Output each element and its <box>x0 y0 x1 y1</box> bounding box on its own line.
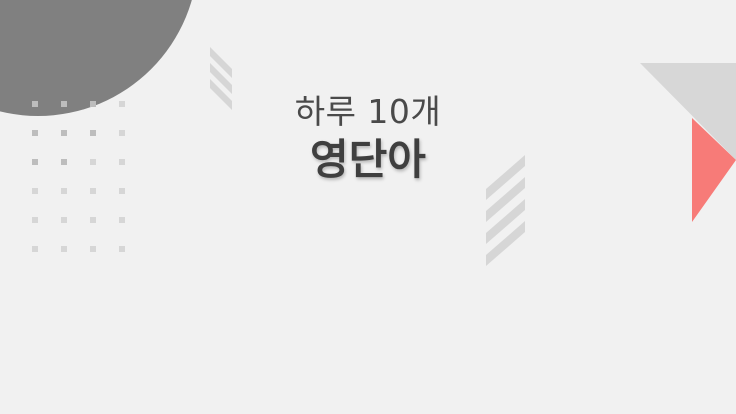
decorative-shapes <box>210 47 736 266</box>
stripe <box>486 221 525 266</box>
subtitle: 하루 10개 <box>294 92 442 131</box>
title-block: 하루 10개 영단아 <box>0 92 736 186</box>
page-title: 영단아 <box>310 135 426 184</box>
title-slide: 하루 10개 영단아 <box>0 0 736 414</box>
stripe <box>486 199 525 244</box>
